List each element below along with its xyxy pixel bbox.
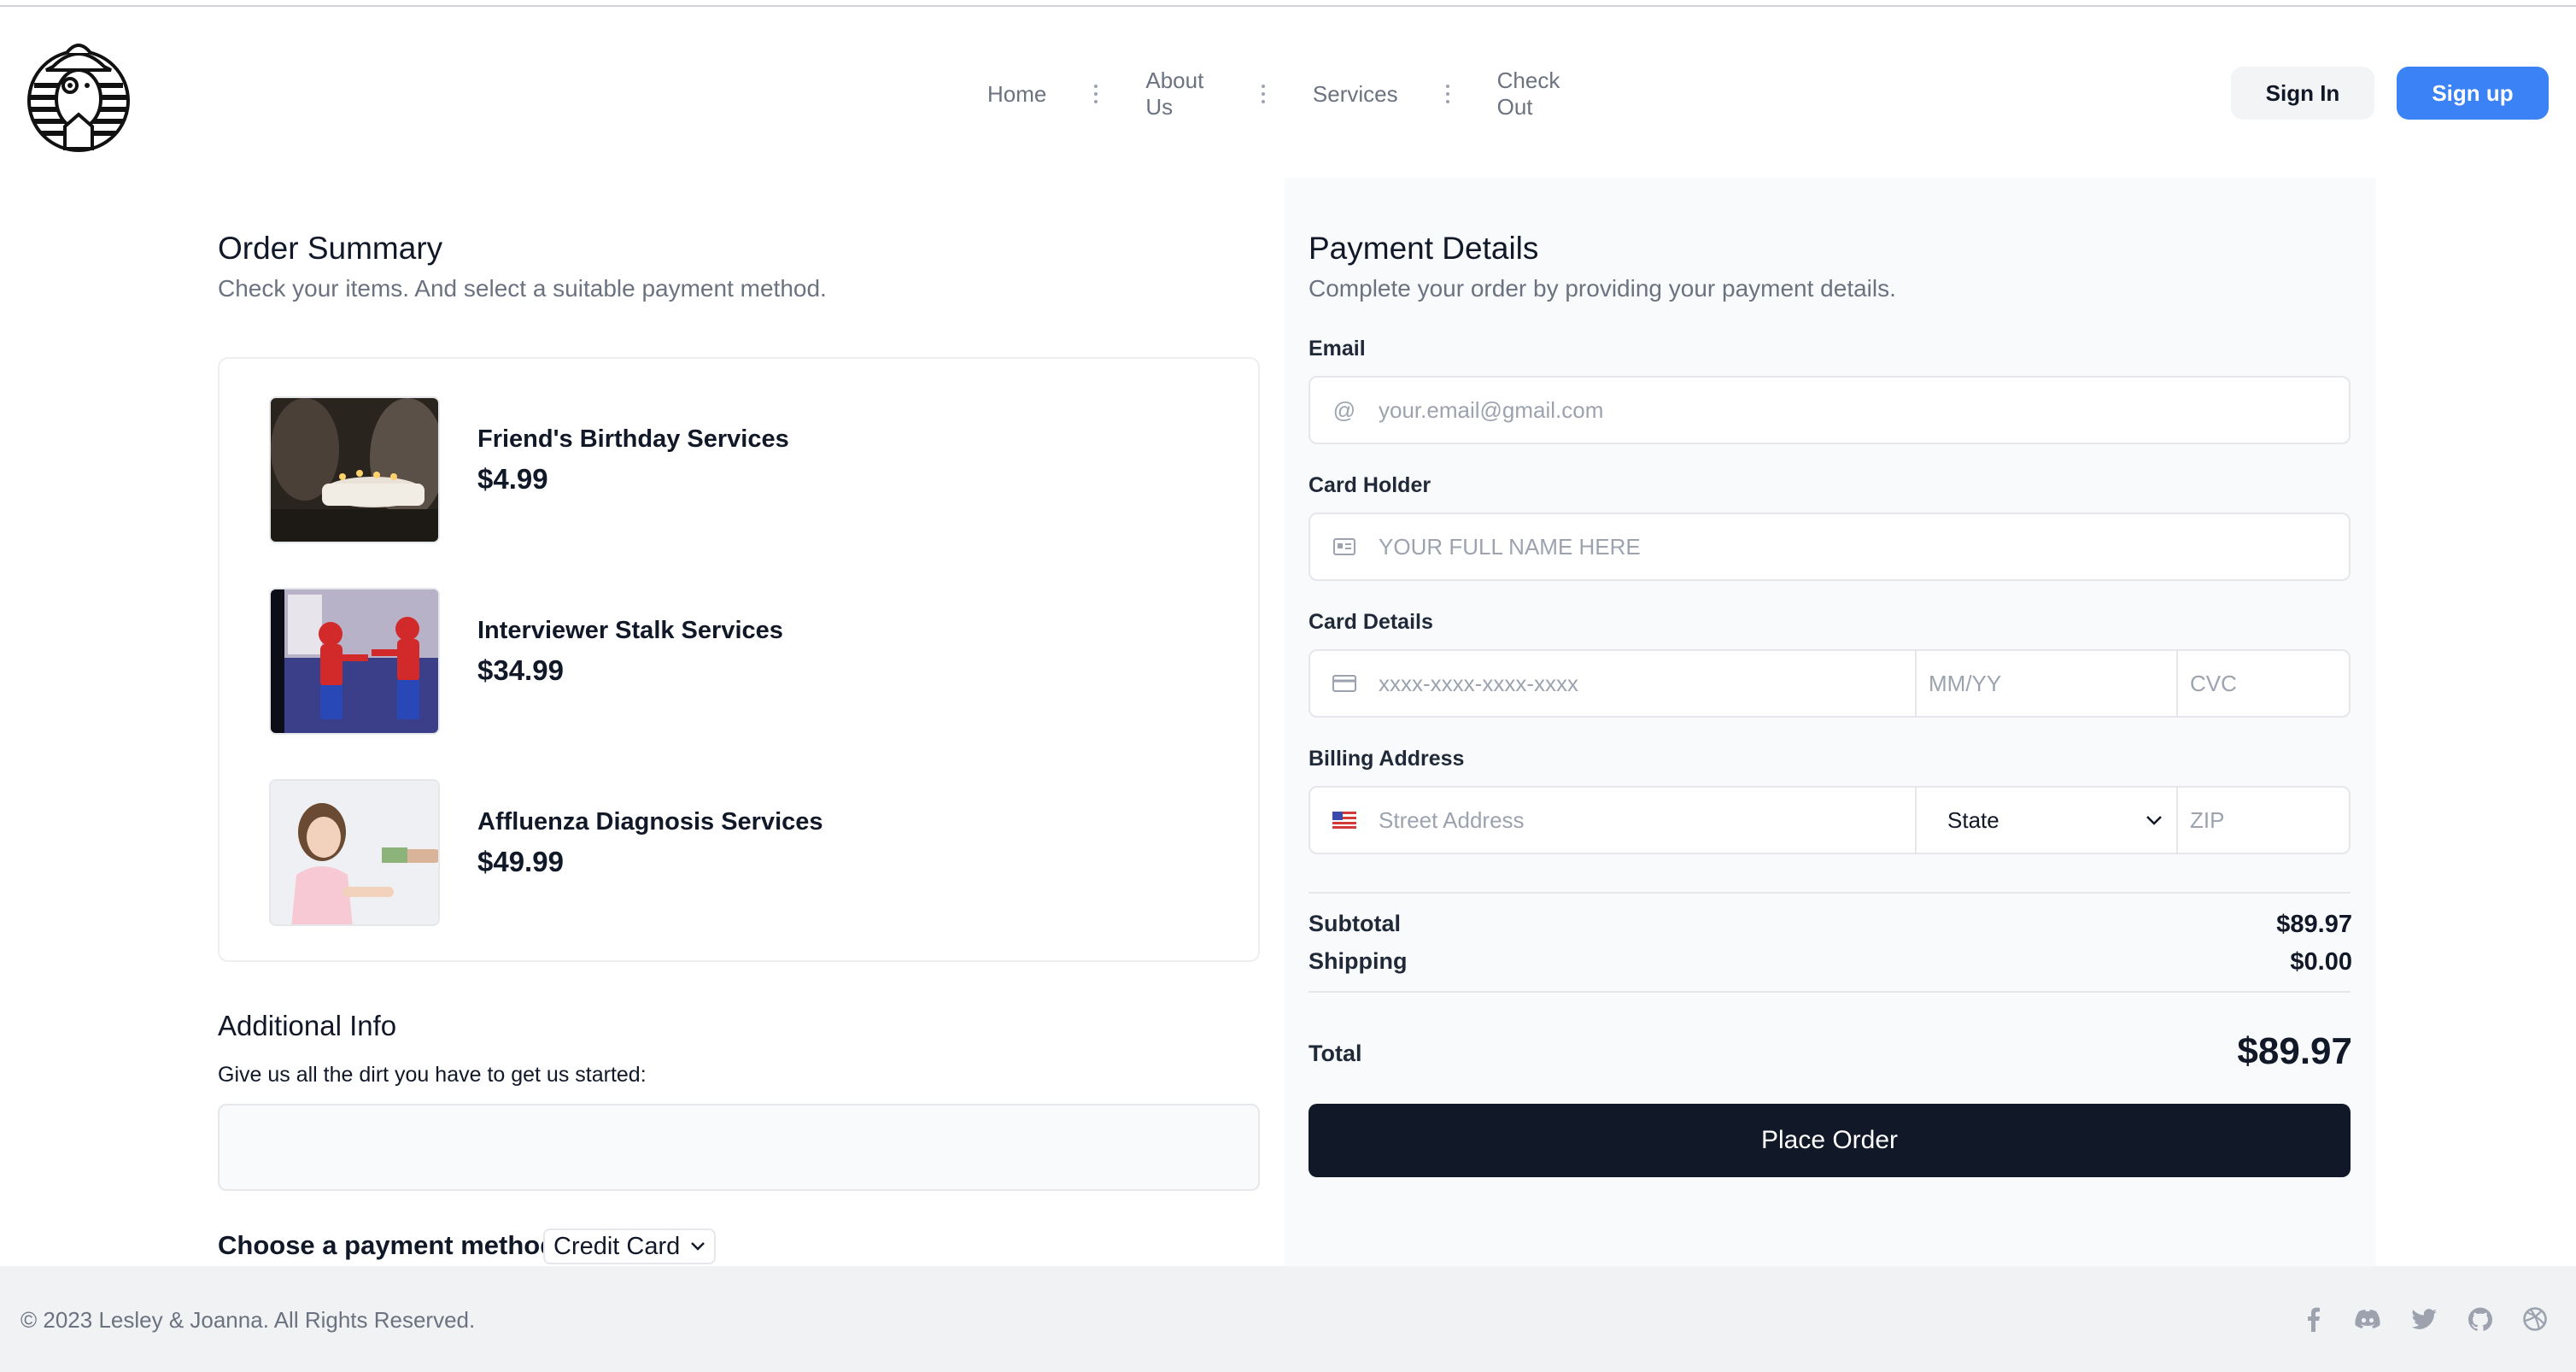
order-summary-subtitle: Check your items. And select a suitable …: [218, 275, 827, 302]
order-items-card: Friend's Birthday Services $4.99 Intervi…: [218, 357, 1260, 962]
credit-card-icon: [1310, 675, 1379, 692]
nav-home[interactable]: Home: [940, 81, 1094, 108]
nav-about-us[interactable]: About Us: [1098, 67, 1262, 120]
subtotal-value: $89.97: [2276, 911, 2352, 938]
card-details-label: Card Details: [1308, 610, 1433, 634]
birthday-cake-image: [269, 396, 440, 543]
zip-field[interactable]: ZIP: [2176, 786, 2351, 854]
detective-logo-icon[interactable]: [27, 32, 133, 154]
shipping-value: $0.00: [2290, 948, 2352, 976]
place-order-button[interactable]: Place Order: [1308, 1104, 2351, 1177]
cvc-placeholder: CVC: [2190, 670, 2237, 696]
item-price: $49.99: [477, 846, 564, 877]
footer: © 2023 Lesley & Joanna. All Rights Reser…: [0, 1266, 2576, 1372]
expiry-field[interactable]: MM/YY: [1915, 649, 2178, 718]
id-card-icon: [1310, 538, 1379, 555]
copyright-text: © 2023 Lesley & Joanna. All Rights Reser…: [20, 1307, 476, 1333]
sign-in-button[interactable]: Sign In: [2231, 67, 2374, 120]
street-address-placeholder: Street Address: [1379, 806, 1525, 833]
state-select[interactable]: State: [1915, 786, 2178, 854]
girl-receiving-money-image: [269, 779, 440, 926]
total-label: Total: [1308, 1041, 1362, 1066]
additional-info-title: Additional Info: [218, 1010, 397, 1041]
item-name: Interviewer Stalk Services: [477, 617, 783, 644]
at-sign-icon: @: [1332, 396, 1356, 423]
main-nav: Home About Us Services Check Out: [940, 67, 1623, 120]
card-number-placeholder: xxxx-xxxx-xxxx-xxxx: [1379, 670, 1578, 696]
state-select-value: State: [1947, 806, 1999, 833]
payment-details-panel: Payment Details Complete your order by p…: [1285, 178, 2376, 1268]
shipping-label: Shipping: [1308, 948, 1408, 974]
card-holder-label: Card Holder: [1308, 473, 1431, 497]
item-name: Friend's Birthday Services: [477, 425, 789, 453]
card-number-field[interactable]: xxxx-xxxx-xxxx-xxxx: [1308, 649, 1917, 718]
twitter-icon[interactable]: [2409, 1304, 2439, 1334]
expiry-placeholder: MM/YY: [1929, 670, 2002, 696]
window-top-border: [0, 0, 2576, 7]
additional-info-label: Give us all the dirt you have to get us …: [218, 1063, 647, 1087]
payment-method-value: Credit Card: [553, 1232, 681, 1260]
nav-check-out[interactable]: Check Out: [1449, 67, 1623, 120]
subtotal-label: Subtotal: [1308, 911, 1401, 936]
street-address-field[interactable]: Street Address: [1308, 786, 1917, 854]
order-item: Affluenza Diagnosis Services $49.99: [269, 779, 1209, 926]
divider: [1308, 892, 2351, 894]
us-flag-icon: [1310, 812, 1379, 829]
billing-address-label: Billing Address: [1308, 747, 1465, 771]
payment-method-label: Choose a payment method:: [218, 1230, 565, 1260]
chevron-down-icon: [691, 1242, 705, 1251]
github-icon[interactable]: [2465, 1304, 2496, 1334]
email-placeholder: your.email@gmail.com: [1379, 396, 1604, 423]
item-name: Affluenza Diagnosis Services: [477, 808, 823, 836]
card-holder-field[interactable]: YOUR FULL NAME HERE: [1308, 513, 2351, 581]
payment-details-title: Payment Details: [1308, 231, 1539, 266]
dribbble-icon[interactable]: [2520, 1304, 2550, 1334]
chevron-down-icon: [2146, 816, 2162, 825]
order-item: Interviewer Stalk Services $34.99: [269, 588, 1209, 735]
spiderman-pointing-image: [269, 588, 440, 735]
zip-placeholder: ZIP: [2190, 806, 2225, 833]
total-value: $89.97: [2237, 1030, 2352, 1072]
item-price: $4.99: [477, 463, 548, 495]
email-field[interactable]: @ your.email@gmail.com: [1308, 376, 2351, 444]
additional-info-textarea[interactable]: [218, 1104, 1260, 1191]
payment-method-select[interactable]: Credit Card: [543, 1228, 717, 1264]
payment-details-subtitle: Complete your order by providing your pa…: [1308, 275, 1896, 302]
facebook-icon[interactable]: [2298, 1304, 2328, 1334]
nav-services[interactable]: Services: [1265, 81, 1446, 108]
discord-icon[interactable]: [2352, 1304, 2383, 1334]
order-item: Friend's Birthday Services $4.99: [269, 396, 1209, 543]
card-holder-placeholder: YOUR FULL NAME HERE: [1379, 533, 1641, 560]
cvc-field[interactable]: CVC: [2176, 649, 2351, 718]
item-price: $34.99: [477, 654, 564, 686]
divider: [1308, 991, 2351, 993]
sign-up-button[interactable]: Sign up: [2397, 67, 2549, 120]
email-label: Email: [1308, 337, 1366, 361]
order-summary-title: Order Summary: [218, 231, 443, 266]
